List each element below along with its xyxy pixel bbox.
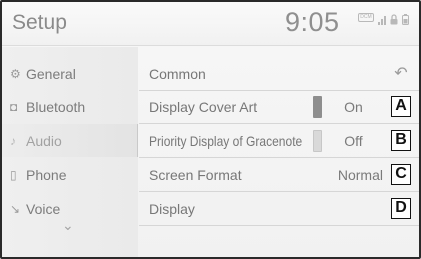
setting-row-screen-format[interactable]: Screen Format Normal C [139,159,419,192]
clock: 9:05 [285,7,340,37]
setting-row-display[interactable]: Display D [139,193,419,226]
chevron-down-icon[interactable]: ⌄ [62,217,74,234]
voice-icon: ↘ [10,201,21,216]
setting-row-priority-display-gracenote[interactable]: Priority Display of Gracenote Off B [139,125,419,158]
lock-icon [390,14,398,29]
toggle-value: On [344,99,363,115]
page-title: Setup [12,11,67,34]
dcm-badge: DCM [358,13,374,22]
settings-list: Common ↶ Display Cover Art On A Priority… [139,47,419,257]
callout-d: D [391,198,411,219]
section-header-row: Common ↶ [139,58,419,91]
battery-icon [402,14,409,29]
status-bar: Setup 9:05 DCM [2,2,419,46]
bluetooth-icon: ◘ [10,99,18,114]
callout-a: A [391,96,411,117]
toggle-indicator [313,96,322,118]
setup-screen: Setup 9:05 DCM ⚙ General ◘ Bluetooth ♪ A… [0,0,421,259]
music-note-icon: ♪ [10,133,16,148]
sidebar-item-label: Voice [26,200,61,217]
sidebar-item-label: General [26,65,76,82]
toggle-value: Off [344,133,363,149]
back-icon[interactable]: ↶ [387,63,415,87]
callout-c: C [391,164,411,185]
section-title: Common [149,66,206,82]
setting-value: Normal [337,167,383,183]
sidebar: ⚙ General ◘ Bluetooth ♪ Audio ▯ Phone ↘ … [2,47,138,257]
setting-label: Display Cover Art [149,99,258,115]
setting-row-display-cover-art[interactable]: Display Cover Art On A [139,91,419,124]
setting-label: Display [149,201,195,217]
setting-label: Screen Format [149,167,242,183]
toggle-indicator [313,130,322,152]
sidebar-item-label: Phone [26,166,67,183]
sidebar-item-audio[interactable]: ♪ Audio [2,124,138,157]
callout-b: B [391,130,411,151]
status-icons [378,14,409,29]
phone-icon: ▯ [10,167,17,182]
sidebar-item-label: Audio [26,132,62,149]
signal-icon [378,16,386,29]
setting-label: Priority Display of Gracenote [149,133,303,149]
cover-art-toggle[interactable]: On [313,95,385,119]
sidebar-item-bluetooth[interactable]: ◘ Bluetooth [2,90,138,123]
gracenote-toggle[interactable]: Off [313,129,385,153]
gear-icon: ⚙ [10,66,21,81]
sidebar-item-label: Bluetooth [26,98,86,115]
sidebar-item-phone[interactable]: ▯ Phone [2,158,138,191]
sidebar-item-general[interactable]: ⚙ General [2,57,138,90]
